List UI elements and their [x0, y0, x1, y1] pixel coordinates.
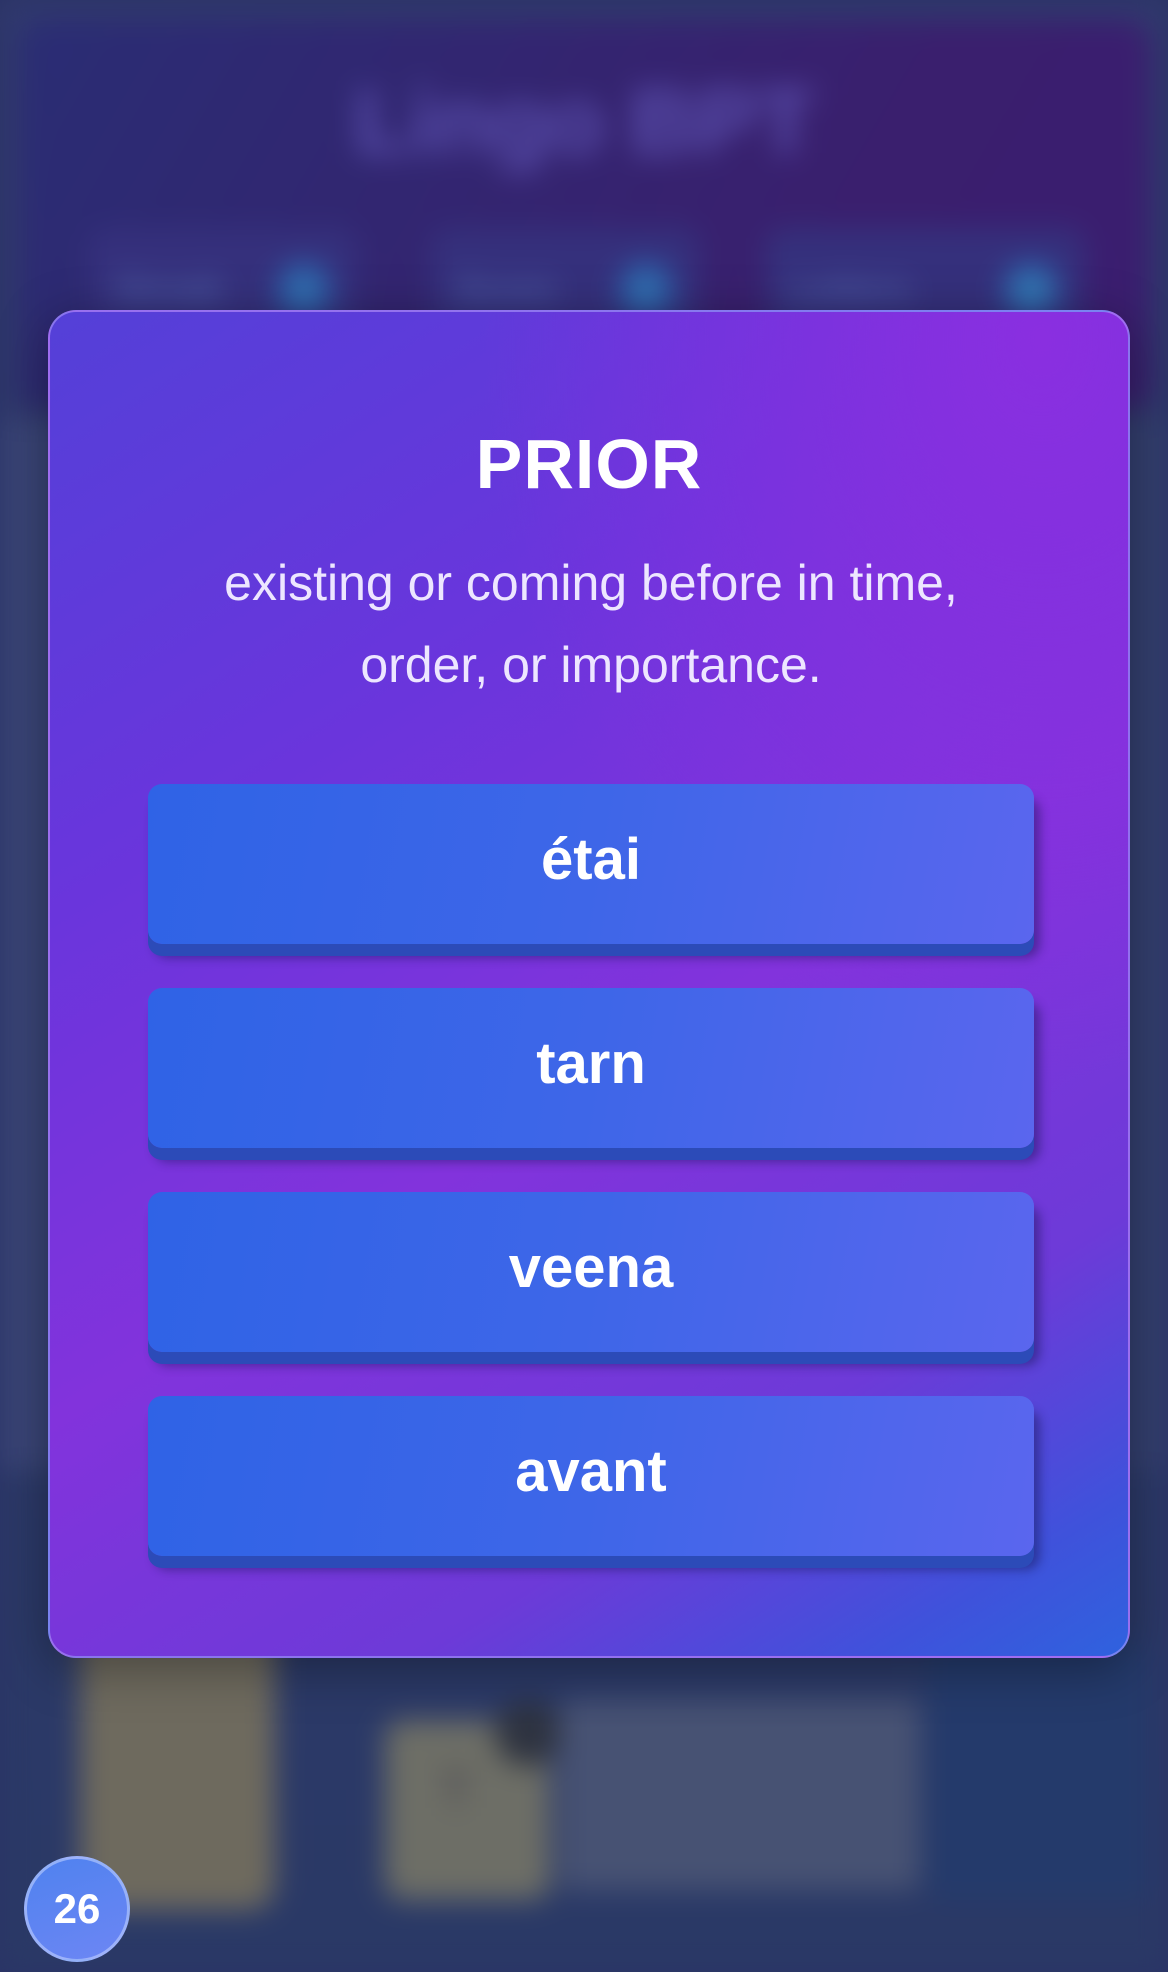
- background-letter-tile: [928, 1640, 1148, 1900]
- answer-option-label: étai: [541, 827, 641, 892]
- quiz-modal: PRIOR existing or coming before in time,…: [48, 310, 1130, 1658]
- answer-option-label: veena: [508, 1235, 674, 1300]
- background-app-title: Lingo BPT: [354, 71, 814, 173]
- answer-option-button[interactable]: étai: [148, 784, 1034, 944]
- background-tile-letter: T: [440, 1761, 472, 1819]
- counter-badge[interactable]: 26: [24, 1856, 130, 1962]
- background-stat-label: Streak: [114, 268, 225, 309]
- answer-options: étai tarn veena avant: [148, 784, 1034, 1600]
- background-stat-label: Score: [456, 268, 557, 309]
- background-tile-badge: [495, 1700, 561, 1766]
- quiz-definition: existing or coming before in time, order…: [224, 555, 958, 693]
- answer-option-button[interactable]: tarn: [148, 988, 1034, 1148]
- background-tray: [560, 1700, 920, 1890]
- quiz-word: PRIOR: [475, 425, 703, 503]
- answer-option-label: tarn: [536, 1031, 646, 1096]
- background-stat-label: Letters: [791, 268, 912, 309]
- answer-option-button[interactable]: veena: [148, 1192, 1034, 1352]
- answer-option-label: avant: [515, 1439, 667, 1504]
- answer-option-button[interactable]: avant: [148, 1396, 1034, 1556]
